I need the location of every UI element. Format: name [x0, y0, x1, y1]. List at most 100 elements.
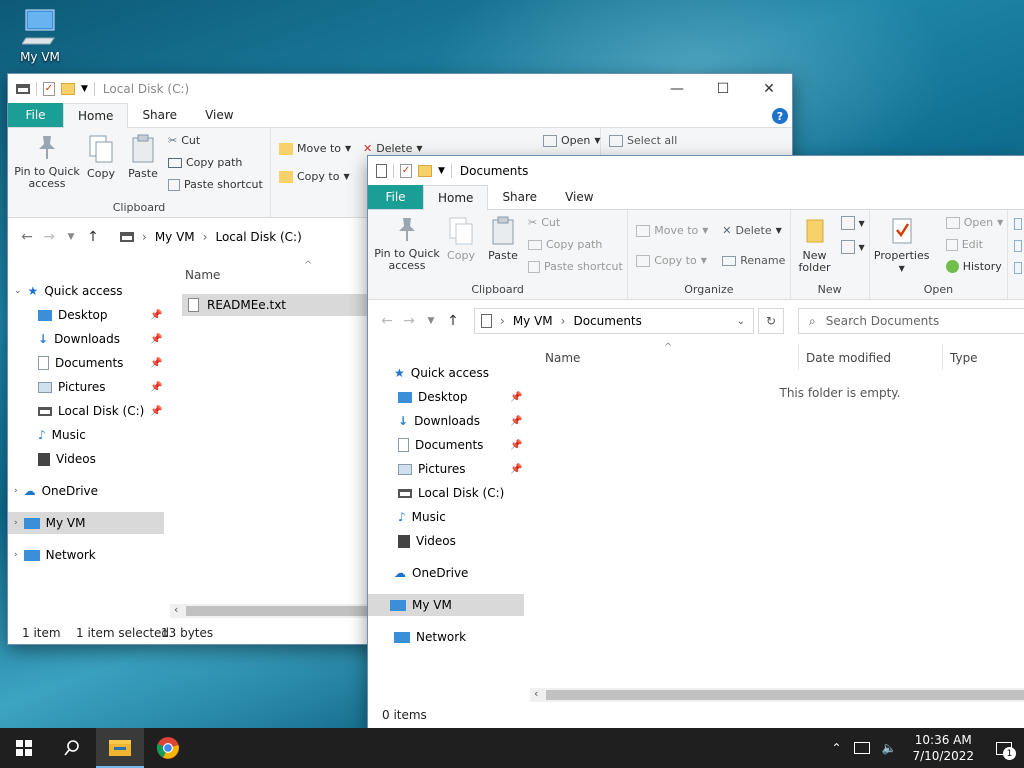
column-header-name[interactable]: Name — [545, 351, 580, 365]
column-header-date-modified[interactable]: Date modified — [806, 351, 891, 365]
nav-item-downloads[interactable]: ↓ Downloads 📌 — [398, 410, 522, 432]
scrollbar-thumb[interactable] — [186, 606, 390, 616]
start-button[interactable] — [0, 728, 48, 768]
nav-my-vm[interactable]: My VM — [368, 594, 524, 616]
breadcrumb-item[interactable]: Documents — [573, 314, 641, 328]
cut-button[interactable]: ✂ Cut — [528, 216, 560, 229]
pin-quick-access-button[interactable]: Pin to Quick access — [372, 216, 442, 272]
properties-button[interactable]: Properties ▼ — [874, 216, 930, 275]
qat-dropdown-icon[interactable]: ▼ — [81, 84, 88, 94]
clock[interactable]: 10:36 AM 7/10/2022 — [912, 732, 974, 764]
copy-path-button[interactable]: Copy path — [528, 238, 602, 251]
rename-button[interactable]: Rename — [722, 254, 785, 267]
new-folder-qat-icon[interactable] — [418, 165, 432, 177]
nav-quick-access[interactable]: ⌄ ★ Quick access — [14, 280, 123, 302]
refresh-icon[interactable]: ↻ — [758, 308, 784, 334]
scrollbar-thumb[interactable] — [546, 690, 1024, 700]
open-button[interactable]: Open ▼ — [543, 134, 601, 147]
nav-item-documents[interactable]: Documents 📌 — [398, 434, 522, 456]
open-button[interactable]: Open ▼ — [945, 216, 1003, 229]
up-arrow-icon[interactable]: ↑ — [82, 229, 104, 245]
address-bar[interactable]: › My VM › Documents ⌄ — [474, 308, 754, 334]
breadcrumb-item[interactable]: My VM — [155, 230, 195, 244]
tab-share[interactable]: Share — [488, 185, 551, 209]
nav-onedrive[interactable]: ☁ OneDrive — [394, 562, 468, 584]
cut-button[interactable]: ✂ Cut — [168, 134, 200, 147]
tab-file[interactable]: File — [8, 103, 63, 127]
title-bar[interactable]: ✓ ▼ Documents — [368, 156, 1024, 186]
history-button[interactable]: History — [945, 260, 1002, 273]
search-input[interactable]: ⌕ Search Documents — [798, 308, 1024, 334]
notifications-button[interactable]: 1 — [984, 728, 1024, 768]
tab-view[interactable]: View — [551, 185, 607, 209]
maximize-button[interactable]: ☐ — [700, 74, 746, 104]
nav-my-vm[interactable]: › My VM — [8, 512, 164, 534]
breadcrumb-item[interactable]: My VM — [513, 314, 553, 328]
qat-dropdown-icon[interactable]: ▼ — [438, 166, 445, 176]
tab-home[interactable]: Home — [423, 185, 489, 210]
nav-network[interactable]: Network — [394, 626, 466, 648]
title-bar[interactable]: ✓ ▼ Local Disk (C:) — ☐ ✕ — [8, 74, 792, 104]
search-button[interactable] — [48, 728, 96, 768]
select-all-button[interactable]: Select all — [609, 134, 677, 147]
nav-onedrive[interactable]: › ☁ OneDrive — [14, 480, 98, 502]
move-to-button[interactable]: Move to ▼ — [636, 224, 708, 237]
pin-quick-access-button[interactable]: Pin to Quick access — [12, 134, 82, 190]
new-folder-button[interactable]: New folder — [797, 216, 833, 274]
nav-item-music[interactable]: ♪ Music — [38, 424, 86, 446]
nav-item-videos[interactable]: Videos — [38, 448, 96, 470]
network-tray-icon[interactable] — [853, 742, 870, 754]
taskbar-chrome[interactable] — [144, 728, 192, 768]
nav-item-pictures[interactable]: Pictures 📌 — [38, 376, 162, 398]
nav-item-desktop[interactable]: Desktop 📌 — [398, 386, 522, 408]
copy-to-button[interactable]: Copy to ▼ — [636, 254, 707, 267]
nav-item-documents[interactable]: Documents 📌 — [38, 352, 162, 374]
invert-selection-icon[interactable] — [1014, 262, 1023, 274]
chevron-up-icon[interactable]: ⌃ — [831, 741, 841, 755]
select-none-icon[interactable] — [1014, 240, 1023, 252]
properties-qat-icon[interactable]: ✓ — [43, 82, 55, 96]
nav-item-desktop[interactable]: Desktop 📌 — [38, 304, 162, 326]
breadcrumb-item[interactable]: Local Disk (C:) — [215, 230, 301, 244]
up-arrow-icon[interactable]: ↑ — [442, 313, 464, 329]
column-header-type[interactable]: Type — [950, 351, 978, 365]
horizontal-scrollbar[interactable]: ‹ — [170, 603, 390, 618]
tab-share[interactable]: Share — [128, 103, 191, 127]
column-divider[interactable] — [942, 344, 943, 370]
taskbar-file-explorer[interactable] — [96, 728, 144, 768]
tab-file[interactable]: File — [368, 185, 423, 209]
column-header-name[interactable]: Name — [185, 268, 220, 282]
recent-dropdown-icon[interactable]: ▼ — [60, 232, 82, 242]
properties-qat-icon[interactable]: ✓ — [400, 164, 412, 178]
delete-button[interactable]: ✕ Delete ▼ — [363, 142, 423, 155]
new-item-button[interactable]: ▼ — [840, 216, 865, 230]
paste-shortcut-button[interactable]: Paste shortcut — [168, 178, 263, 191]
scroll-left-icon[interactable]: ‹ — [174, 603, 178, 616]
address-dropdown-icon[interactable]: ⌄ — [737, 316, 745, 327]
paste-button[interactable]: Paste — [126, 134, 160, 180]
paste-shortcut-button[interactable]: Paste shortcut — [528, 260, 623, 273]
select-all-icon[interactable] — [1014, 218, 1023, 230]
nav-item-pictures[interactable]: Pictures 📌 — [398, 458, 522, 480]
recent-dropdown-icon[interactable]: ▼ — [420, 316, 442, 326]
copy-to-button[interactable]: Copy to ▼ — [279, 170, 350, 183]
file-row[interactable]: READMEe.txt — [182, 294, 382, 316]
desktop-icon-my-vm[interactable]: My VM — [12, 8, 68, 64]
nav-item-videos[interactable]: Videos — [398, 530, 456, 552]
nav-item-local-disk[interactable]: Local Disk (C:) — [398, 482, 504, 504]
copy-button[interactable]: Copy — [444, 216, 478, 262]
back-arrow-icon[interactable]: ← — [376, 313, 398, 329]
help-icon[interactable]: ? — [772, 108, 788, 124]
column-divider[interactable] — [798, 344, 799, 370]
minimize-button[interactable]: — — [654, 74, 700, 104]
volume-icon[interactable]: 🔈 — [882, 741, 897, 755]
forward-arrow-icon[interactable]: → — [38, 229, 60, 245]
tab-home[interactable]: Home — [63, 103, 129, 128]
nav-item-music[interactable]: ♪ Music — [398, 506, 446, 528]
close-button[interactable]: ✕ — [746, 74, 792, 104]
nav-item-local-disk[interactable]: Local Disk (C:) 📌 — [38, 400, 162, 422]
copy-button[interactable]: Copy — [84, 134, 118, 180]
new-folder-qat-icon[interactable] — [61, 83, 75, 95]
nav-network[interactable]: › Network — [14, 544, 96, 566]
easy-access-button[interactable]: ▼ — [840, 240, 865, 254]
